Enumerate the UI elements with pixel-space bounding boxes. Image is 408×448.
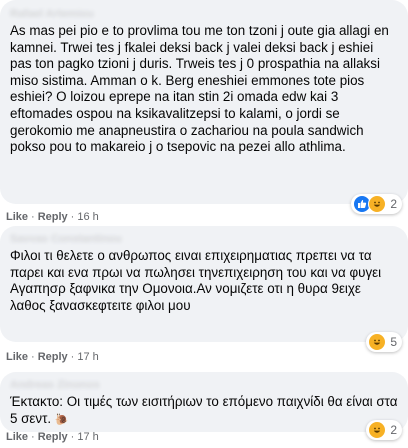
comment-meta: Like · Reply · 17 h 5: [0, 332, 408, 366]
haha-icon: [368, 195, 387, 213]
comment-timestamp[interactable]: 17 h: [77, 351, 98, 363]
reply-button[interactable]: Reply: [38, 431, 68, 443]
comment-meta: Like · Reply · 16 h 2: [0, 194, 408, 226]
comment-timestamp[interactable]: 16 h: [77, 211, 98, 223]
comment-bubble: Savvas Constantinou Φιλοι τι θελετε ο αν…: [0, 226, 408, 342]
reply-button[interactable]: Reply: [38, 211, 68, 223]
comment-meta: Like · Reply · 17 h 2: [0, 420, 408, 446]
reaction-summary[interactable]: 5: [366, 332, 402, 352]
comment-bubble: Rafael Artemiou As mas pei pio e to prov…: [0, 0, 408, 204]
separator-dot: ·: [31, 211, 35, 223]
separator-dot: ·: [70, 211, 75, 223]
snail-emoji: 🐌: [54, 413, 69, 426]
separator-dot: ·: [70, 431, 75, 443]
separator-dot: ·: [70, 351, 75, 363]
reaction-count: 2: [390, 423, 397, 437]
reaction-summary[interactable]: 2: [351, 194, 402, 214]
reaction-count: 5: [390, 335, 397, 349]
comment-text: As mas pei pio e to provlima tou me ton …: [10, 23, 389, 155]
comment-item: Savvas Constantinou Φιλοι τι θελετε ο αν…: [0, 226, 408, 366]
comment-item: Andreas Zinonos Έκτακτο: Οι τιμές των ει…: [0, 372, 408, 446]
separator-dot: ·: [31, 431, 35, 443]
comment-text: Έκτακτο: Οι τιμές των εισιτήριων το επόμ…: [10, 394, 398, 428]
comment-bubble: Andreas Zinonos Έκτακτο: Οι τιμές των ει…: [0, 372, 408, 432]
comment-feed: Rafael Artemiou As mas pei pio e to prov…: [0, 0, 408, 448]
reaction-count: 2: [390, 197, 397, 211]
like-button[interactable]: Like: [6, 351, 28, 363]
separator-dot: ·: [31, 351, 35, 363]
comment-item: Rafael Artemiou As mas pei pio e to prov…: [0, 0, 408, 226]
comment-timestamp[interactable]: 17 h: [77, 431, 98, 443]
reaction-summary[interactable]: 2: [366, 420, 402, 440]
haha-icon: [368, 333, 387, 351]
like-button[interactable]: Like: [6, 431, 28, 443]
comment-author[interactable]: Rafael Artemiou: [10, 7, 398, 21]
haha-icon: [368, 421, 387, 439]
comment-author[interactable]: Savvas Constantinou: [10, 232, 398, 246]
reply-button[interactable]: Reply: [38, 351, 68, 363]
comment-text: Φιλοι τι θελετε ο ανθρωπος ειναι επιχειρ…: [10, 248, 382, 313]
like-button[interactable]: Like: [6, 211, 28, 223]
comment-author[interactable]: Andreas Zinonos: [10, 378, 398, 392]
